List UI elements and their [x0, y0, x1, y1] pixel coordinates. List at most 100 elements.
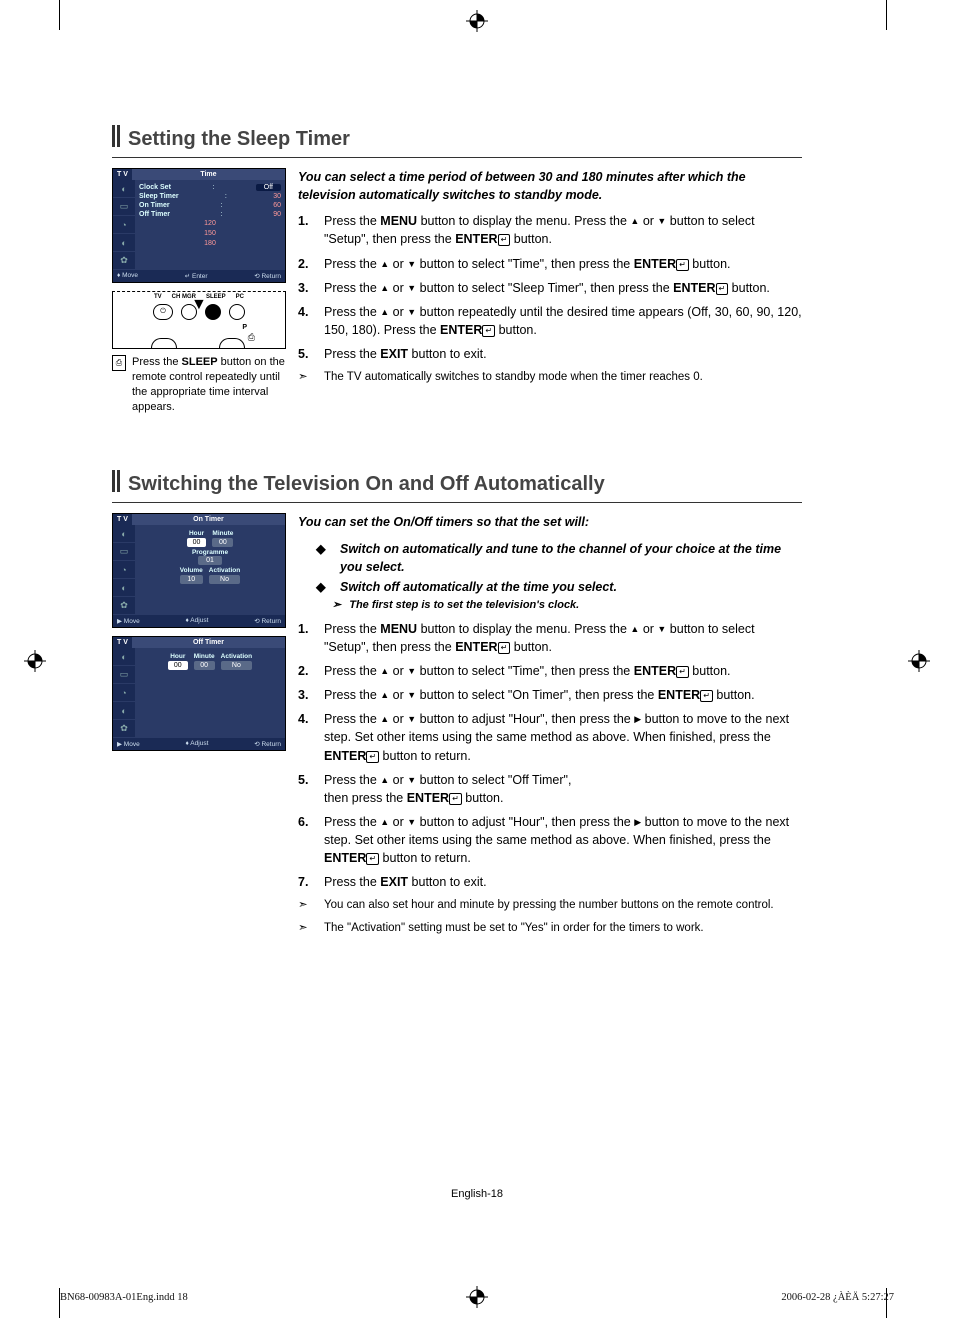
- step-number: 5.: [298, 345, 314, 363]
- step-text: Press the ▲ or ▼ button to select "Off T…: [324, 771, 802, 807]
- step: 1.Press the MENU button to display the m…: [298, 620, 802, 656]
- remote-button: [229, 304, 245, 320]
- section-intro: You can set the On/Off timers so that th…: [298, 513, 802, 531]
- note: ➣ You can also set hour and minute by pr…: [298, 897, 802, 914]
- sub-note: ➣The first step is to set the television…: [332, 598, 802, 614]
- registration-mark-icon: [908, 650, 930, 672]
- enter-icon: ↵: [498, 234, 511, 246]
- sidebar-icon: ✿: [113, 597, 135, 615]
- step-number: 3.: [298, 686, 314, 704]
- step-number: 1.: [298, 620, 314, 656]
- enter-icon: ↵: [366, 853, 379, 865]
- sidebar-icon: ◐: [113, 648, 135, 666]
- up-icon: ▲: [380, 816, 389, 829]
- up-icon: ▲: [630, 215, 639, 228]
- down-icon: ▼: [407, 816, 416, 829]
- arrow-down-icon: ▼: [191, 296, 207, 314]
- menu-sidebar: ◐ ▭ ◔ ◐ ✿: [113, 525, 135, 615]
- sidebar-icon: ✿: [113, 252, 135, 270]
- step-text: Press the ▲ or ▼ button to select "Sleep…: [324, 279, 802, 297]
- divider: [112, 502, 802, 503]
- section-body: T V On Timer ◐ ▭ ◔ ◐ ✿ Hour00 Minute00: [112, 513, 802, 936]
- up-icon: ▲: [380, 306, 389, 319]
- remote-btn-label: SLEEP: [206, 294, 226, 300]
- diamond-icon: ◆: [316, 540, 330, 576]
- menu-title: Time: [132, 169, 285, 180]
- up-icon: ▲: [380, 774, 389, 787]
- enter-icon: ↵: [449, 793, 462, 805]
- enter-icon: ↵: [498, 642, 511, 654]
- menu-footer: ♦ Move ↵ Enter ⟲ Return: [113, 270, 285, 282]
- p-label: P: [242, 324, 247, 331]
- right-column: You can select a time period of between …: [298, 168, 802, 414]
- heading-text: Setting the Sleep Timer: [128, 128, 350, 151]
- print-metadata: BN68-00983A-01Eng.indd 18 2006-02-28 ¿ÀÈ…: [60, 1292, 894, 1303]
- note: ➣ The "Activation" setting must be set t…: [298, 920, 802, 937]
- step-number: 4.: [298, 303, 314, 339]
- sidebar-icon: ◔: [113, 216, 135, 234]
- step: 1. Press the MENU button to display the m…: [298, 212, 802, 248]
- bullet: ◆Switch on automatically and tune to the…: [316, 540, 802, 576]
- sidebar-icon: ◐: [113, 234, 135, 252]
- tv-label: T V: [113, 637, 132, 648]
- step-number: 7.: [298, 873, 314, 891]
- enter-icon: ↵: [482, 325, 495, 337]
- step: 5. Press the ▲ or ▼ button to select "Off…: [298, 771, 802, 807]
- remote-btn-label: TV: [154, 294, 162, 300]
- section-heading: Setting the Sleep Timer: [112, 125, 802, 153]
- menu-row: Sleep Timer:30: [139, 192, 281, 201]
- remote-button: [219, 338, 245, 348]
- section-intro: You can select a time period of between …: [298, 168, 802, 204]
- menu-sidebar: ◐ ▭ ◔ ◐ ✿: [113, 180, 135, 270]
- heading-text: Switching the Television On and Off Auto…: [128, 473, 605, 496]
- crop-mark: [886, 0, 887, 30]
- step-number: 1.: [298, 212, 314, 248]
- down-icon: ▼: [407, 258, 416, 271]
- down-icon: ▼: [407, 282, 416, 295]
- diamond-icon: ◆: [316, 578, 330, 596]
- menu-row: Clock Set:Off: [139, 183, 281, 192]
- registration-mark-icon: [24, 650, 46, 672]
- sidebar-icon: ▭: [113, 198, 135, 216]
- remote-btn-label: PC: [236, 294, 244, 300]
- step-text: Press the ▲ or ▼ button to select "On Ti…: [324, 686, 802, 704]
- up-icon: ▲: [380, 282, 389, 295]
- section-heading: Switching the Television On and Off Auto…: [112, 470, 802, 498]
- up-icon: ▲: [380, 689, 389, 702]
- sidebar-icon: ◐: [113, 525, 135, 543]
- note-arrow-icon: ➣: [298, 369, 314, 386]
- down-icon: ▼: [407, 689, 416, 702]
- tv-label: T V: [113, 514, 132, 525]
- step-number: 5.: [298, 771, 314, 807]
- step-text: Press the MENU button to display the men…: [324, 212, 802, 248]
- step-number: 2.: [298, 255, 314, 273]
- down-icon: ▼: [407, 774, 416, 787]
- menu-footer: ▶ Move ♦ Adjust ⟲ Return: [113, 615, 285, 627]
- step-text: Press the ▲ or ▼ button to adjust "Hour"…: [324, 710, 802, 764]
- enter-icon: ↵: [700, 690, 713, 702]
- enter-icon: ↵: [676, 259, 689, 271]
- step-text: Press the ▲ or ▼ button to select "Time"…: [324, 255, 802, 273]
- enter-icon: ↵: [676, 666, 689, 678]
- remote-button-highlighted: [205, 304, 221, 320]
- divider: [112, 157, 802, 158]
- note-arrow-icon: ➣: [298, 920, 314, 937]
- note-arrow-icon: ➣: [298, 897, 314, 914]
- bullet: ◆Switch off automatically at the time yo…: [316, 578, 802, 596]
- step: 7.Press the EXIT button to exit.: [298, 873, 802, 891]
- side-note: ⎙ Press the SLEEP button on the remote c…: [112, 355, 286, 414]
- sidebar-icon: ◐: [113, 579, 135, 597]
- left-column: T V On Timer ◐ ▭ ◔ ◐ ✿ Hour00 Minute00: [112, 513, 286, 936]
- print-file: BN68-00983A-01Eng.indd 18: [60, 1292, 188, 1303]
- step: 5.Press the EXIT button to exit.: [298, 345, 802, 363]
- down-icon: ▼: [657, 215, 666, 228]
- step-text: Press the ▲ or ▼ button to adjust "Hour"…: [324, 813, 802, 867]
- step-text: Press the ▲ or ▼ button to select "Time"…: [324, 662, 802, 680]
- down-icon: ▼: [407, 665, 416, 678]
- step: 2.Press the ▲ or ▼ button to select "Tim…: [298, 662, 802, 680]
- tv-label: T V: [113, 169, 132, 180]
- right-column: You can set the On/Off timers so that th…: [298, 513, 802, 936]
- sidebar-icon: ◐: [113, 702, 135, 720]
- step-number: 6.: [298, 813, 314, 867]
- sidebar-icon: ✿: [113, 720, 135, 738]
